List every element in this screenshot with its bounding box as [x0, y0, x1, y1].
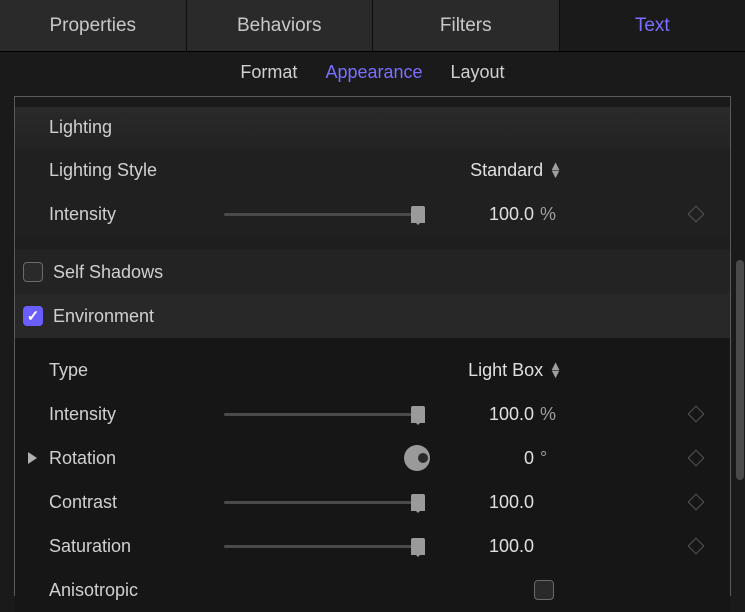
slider-thumb-icon[interactable] [411, 494, 425, 511]
keyframe-icon[interactable] [688, 538, 705, 555]
env-contrast-value[interactable]: 100.0 [476, 492, 534, 513]
subtab-appearance[interactable]: Appearance [325, 62, 422, 83]
env-rotation-label: Rotation [49, 448, 224, 469]
keyframe-icon[interactable] [688, 206, 705, 223]
env-contrast-label: Contrast [49, 492, 224, 513]
percent-unit: % [540, 404, 562, 425]
percent-unit: % [540, 204, 562, 225]
stepper-icon[interactable]: ▲▼ [549, 162, 562, 178]
env-intensity-value[interactable]: 100.0 [476, 404, 534, 425]
env-saturation-slider[interactable] [224, 545, 419, 548]
slider-thumb-icon[interactable] [411, 406, 425, 423]
env-type-label: Type [49, 360, 224, 381]
lighting-style-label: Lighting Style [49, 160, 224, 181]
env-saturation-label: Saturation [49, 536, 224, 557]
keyframe-icon[interactable] [688, 406, 705, 423]
env-anisotropic-label: Anisotropic [49, 580, 224, 601]
keyframe-icon[interactable] [688, 450, 705, 467]
rotation-dial[interactable] [404, 445, 430, 471]
tab-properties[interactable]: Properties [0, 0, 187, 51]
slider-thumb-icon[interactable] [411, 206, 425, 223]
main-tabs: Properties Behaviors Filters Text [0, 0, 745, 52]
self-shadows-row: Self Shadows [15, 250, 730, 294]
lighting-intensity-label: Intensity [49, 204, 224, 225]
tab-text[interactable]: Text [560, 0, 745, 51]
environment-label[interactable]: Environment [53, 306, 154, 327]
anisotropic-checkbox[interactable] [534, 580, 554, 600]
env-type-value[interactable]: Light Box [468, 360, 543, 381]
env-type-row: Type Light Box ▲▼ [15, 348, 730, 392]
environment-row: Environment [15, 294, 730, 338]
scrollbar[interactable] [735, 100, 745, 560]
keyframe-icon[interactable] [688, 494, 705, 511]
env-rotation-row: Rotation 0 ° [15, 436, 730, 480]
lighting-header[interactable]: Lighting [15, 107, 730, 148]
env-anisotropic-row: Anisotropic [15, 568, 730, 612]
env-rotation-value[interactable]: 0 [476, 448, 534, 469]
lighting-style-value[interactable]: Standard [470, 160, 543, 181]
degree-unit: ° [540, 448, 562, 469]
lighting-intensity-row: Intensity 100.0 % [15, 192, 730, 236]
self-shadows-checkbox[interactable] [23, 262, 43, 282]
subtab-layout[interactable]: Layout [451, 62, 505, 83]
environment-checkbox[interactable] [23, 306, 43, 326]
lighting-intensity-slider[interactable] [224, 213, 419, 216]
env-contrast-slider[interactable] [224, 501, 419, 504]
sub-tabs: Format Appearance Layout [0, 52, 745, 92]
stepper-icon[interactable]: ▲▼ [549, 362, 562, 378]
env-intensity-row: Intensity 100.0 % [15, 392, 730, 436]
subtab-format[interactable]: Format [240, 62, 297, 83]
env-saturation-row: Saturation 100.0 [15, 524, 730, 568]
inspector-panel: Lighting Lighting Style Standard ▲▼ Inte… [14, 96, 731, 596]
disclosure-triangle-icon[interactable] [28, 452, 37, 464]
scrollbar-thumb[interactable] [736, 260, 744, 480]
tab-filters[interactable]: Filters [373, 0, 560, 51]
self-shadows-label[interactable]: Self Shadows [53, 262, 163, 283]
env-intensity-slider[interactable] [224, 413, 419, 416]
slider-thumb-icon[interactable] [411, 538, 425, 555]
env-contrast-row: Contrast 100.0 [15, 480, 730, 524]
lighting-style-row: Lighting Style Standard ▲▼ [15, 148, 730, 192]
env-saturation-value[interactable]: 100.0 [476, 536, 534, 557]
env-intensity-label: Intensity [49, 404, 224, 425]
lighting-intensity-value[interactable]: 100.0 [476, 204, 534, 225]
tab-behaviors[interactable]: Behaviors [187, 0, 374, 51]
